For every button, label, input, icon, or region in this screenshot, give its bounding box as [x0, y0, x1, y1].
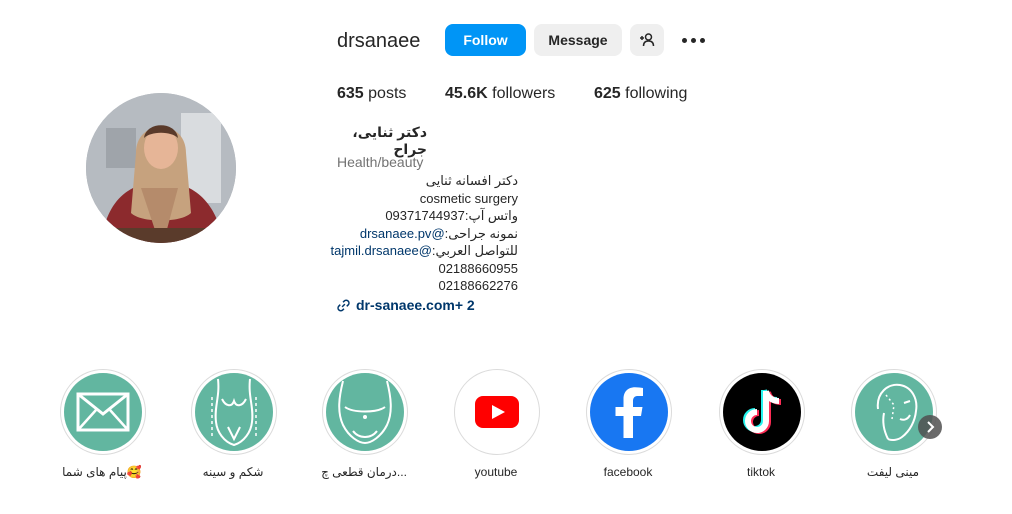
followers-stat[interactable]: 45.6K followers: [445, 85, 555, 103]
bio-line: cosmetic surgery: [419, 190, 518, 206]
tiktok-icon: [742, 389, 782, 435]
highlight-cover: [590, 373, 668, 451]
website-link[interactable]: dr-sanaee.com + 2: [337, 297, 475, 313]
posts-stat: 635 posts: [337, 85, 406, 103]
suggested-accounts-button[interactable]: [630, 24, 664, 56]
following-label: following: [625, 85, 688, 102]
belly-outline-icon: [338, 380, 392, 445]
link-icon: [337, 298, 350, 312]
facebook-icon: [615, 387, 643, 438]
highlight-cover: [195, 373, 273, 451]
highlight-mini-lift[interactable]: [851, 369, 937, 455]
follow-button[interactable]: Follow: [445, 24, 526, 56]
followers-label: followers: [492, 85, 556, 102]
bio-line: 02188662276: [438, 278, 518, 293]
website-link-text: dr-sanaee.com: [356, 297, 455, 313]
dot: [699, 37, 705, 43]
dot: [690, 37, 696, 43]
website-link-extra: + 2: [454, 297, 475, 313]
highlight-youtube[interactable]: [454, 369, 540, 455]
envelope-icon: [76, 392, 130, 432]
mention-link[interactable]: @tajmil.drsanaee: [331, 243, 432, 258]
youtube-icon: [475, 396, 519, 428]
highlight-cover: [723, 373, 801, 451]
face-lift-icon: [876, 383, 918, 442]
highlight-messages[interactable]: [60, 369, 146, 455]
highlight-label: درمان قطعی چ...: [321, 465, 407, 479]
highlight-facebook[interactable]: [586, 369, 672, 455]
bio-line: نمونه جراحی:@drsanaee.pv: [337, 225, 518, 243]
highlight-treatment[interactable]: [322, 369, 408, 455]
avatar-photo: [86, 93, 236, 243]
mention-link[interactable]: @drsanaee.pv: [360, 226, 445, 241]
message-button[interactable]: Message: [534, 24, 622, 56]
highlight-label: youtube: [474, 465, 518, 479]
bio-line: واتس آپ:09371744937: [385, 208, 518, 223]
posts-label: posts: [368, 85, 407, 102]
highlight-cover: [326, 373, 404, 451]
bio-line: 02188660955: [438, 260, 518, 276]
add-person-icon: [640, 33, 655, 47]
highlight-label: مینی لیفت: [866, 465, 920, 479]
highlights-next-button[interactable]: [918, 415, 942, 439]
following-stat[interactable]: 625 following: [594, 85, 687, 103]
profile-category: Health/beauty: [337, 154, 424, 170]
profile-bio: دکتر افسانه ثنایی cosmetic surgery واتس …: [331, 172, 518, 295]
bio-line: للتواصل العربي:@tajmil.drsanaee: [331, 242, 518, 260]
posts-count: 635: [337, 85, 364, 102]
highlight-torso[interactable]: [191, 369, 277, 455]
profile-full-name: دکتر ثنایی، جراح: [352, 124, 427, 157]
highlight-cover: [855, 373, 933, 451]
highlight-label: facebook: [603, 465, 653, 479]
profile-avatar[interactable]: [86, 93, 236, 243]
highlight-label: پیام های شما🥰: [62, 465, 142, 479]
profile-username: drsanaee: [337, 30, 421, 52]
dot: [681, 37, 687, 43]
bio-line: دکتر افسانه ثنایی: [425, 173, 518, 188]
following-count: 625: [594, 85, 621, 102]
highlight-label: شکم و سینه: [202, 465, 264, 479]
more-options-button[interactable]: [679, 28, 707, 52]
torso-outline-icon: [211, 378, 257, 447]
highlight-cover: [64, 373, 142, 451]
highlight-tiktok[interactable]: [719, 369, 805, 455]
chevron-right-icon: [927, 421, 935, 433]
highlight-cover: [458, 373, 536, 451]
followers-count: 45.6K: [445, 85, 488, 102]
bio-prefix: للتواصل العربي:: [431, 243, 518, 258]
bio-prefix: نمونه جراحی:: [444, 225, 518, 241]
highlight-label: tiktok: [746, 465, 775, 479]
